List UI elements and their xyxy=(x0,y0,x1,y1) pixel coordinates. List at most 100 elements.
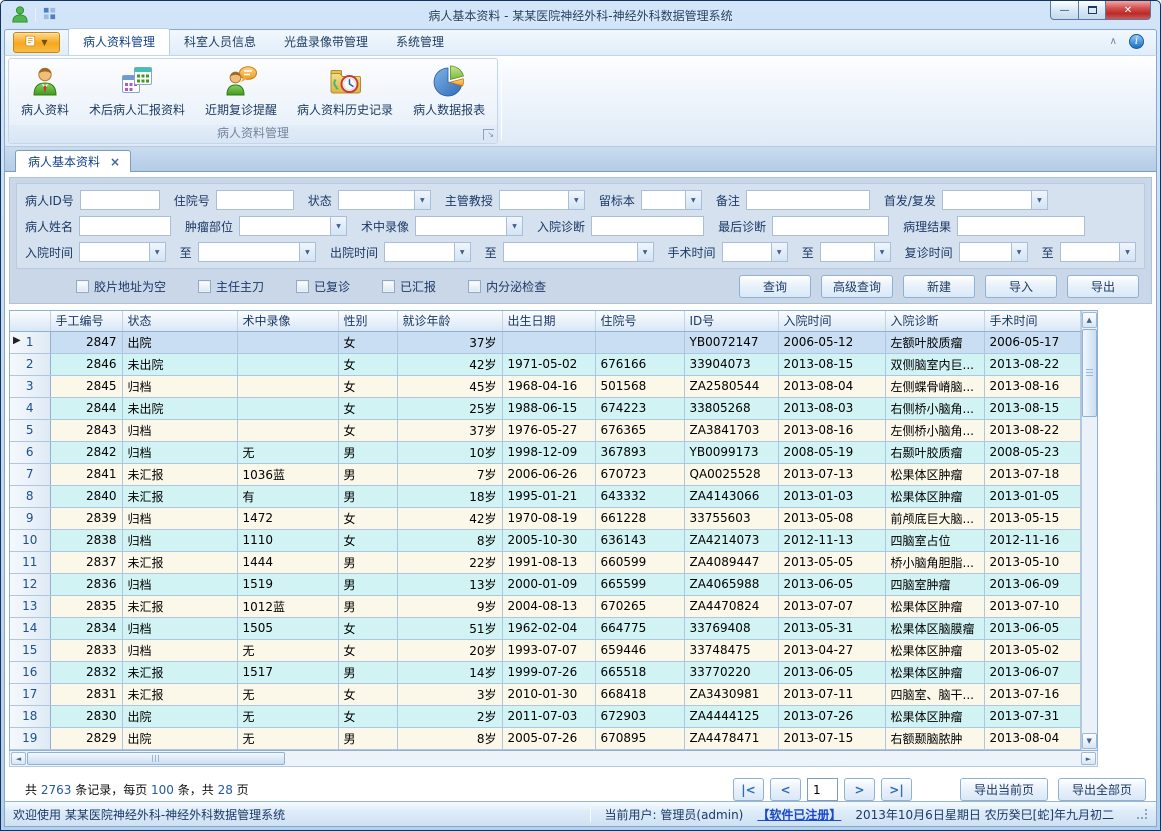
export-all-pages-button[interactable]: 导出全部页 xyxy=(1058,778,1146,801)
chevron-down-icon[interactable]: ▼ xyxy=(414,191,430,209)
ribbon-tab-dept-staff-info[interactable]: 科室人员信息 xyxy=(170,29,270,55)
table-row[interactable]: 162832未汇报1517男14岁1999-07-266655183377022… xyxy=(10,661,1080,683)
checkbox-revisited[interactable]: 已复诊 xyxy=(296,278,350,295)
vertical-scroll-thumb[interactable] xyxy=(1082,329,1097,417)
table-row[interactable]: 142834归档1505女51岁1962-02-0466477533769408… xyxy=(10,617,1080,639)
scroll-up-icon[interactable]: ▲ xyxy=(1082,312,1097,328)
ribbon-action-patient-history[interactable]: 病人资料历史记录 xyxy=(287,60,403,125)
registered-link[interactable]: 【软件已注册】 xyxy=(757,806,841,823)
table-row[interactable]: 152833归档无女20岁1993-07-0765944633748475201… xyxy=(10,639,1080,661)
table-row[interactable]: 52843归档女37岁1976-05-27676365ZA38417032013… xyxy=(10,419,1080,441)
chevron-down-icon[interactable]: ▼ xyxy=(149,243,165,261)
scroll-down-icon[interactable]: ▼ xyxy=(1082,733,1097,749)
checkbox-box-icon[interactable] xyxy=(382,280,395,293)
table-row[interactable]: 92839归档1472女42岁1970-08-19661228337556032… xyxy=(10,507,1080,529)
filter-combo-first-or-relapse[interactable]: ▼ xyxy=(942,190,1048,210)
ribbon-action-patient-data[interactable]: 病人资料 xyxy=(11,60,79,125)
scroll-left-icon[interactable]: ◄ xyxy=(11,752,26,765)
chevron-down-icon[interactable]: ▼ xyxy=(1119,243,1135,261)
column-header-surgery-date[interactable]: 手术时间 xyxy=(984,311,1080,331)
filter-input-patient-id[interactable] xyxy=(80,190,160,210)
filter-combo-specimen[interactable]: ▼ xyxy=(641,190,702,210)
ribbon-action-postop-report[interactable]: 术后病人汇报资料 xyxy=(79,60,195,125)
page-number-input[interactable]: 1 xyxy=(807,778,838,801)
chevron-down-icon[interactable]: ▼ xyxy=(637,243,653,261)
close-tab-icon[interactable]: × xyxy=(110,155,120,169)
minimize-button[interactable]: — xyxy=(1050,1,1079,20)
chevron-down-icon[interactable]: ▼ xyxy=(330,217,346,235)
chevron-down-icon[interactable]: ▼ xyxy=(299,243,315,261)
chevron-down-icon[interactable]: ▼ xyxy=(771,243,787,261)
filter-combo-status[interactable]: ▼ xyxy=(338,190,431,210)
chevron-down-icon[interactable]: ▼ xyxy=(1031,191,1047,209)
advanced-query-button[interactable]: 高级查询 xyxy=(821,275,893,298)
table-row[interactable]: 192829出院无男8岁2005-07-26670895ZA4478471201… xyxy=(10,727,1080,749)
dialog-launcher-icon[interactable]: ↘ xyxy=(483,129,494,140)
filter-combo-surgery-date-to[interactable]: ▼ xyxy=(820,242,891,262)
checkbox-box-icon[interactable] xyxy=(76,280,89,293)
checkbox-film-address-empty[interactable]: 胶片地址为空 xyxy=(76,278,166,295)
horizontal-scrollbar[interactable]: ◄ ► xyxy=(9,751,1098,767)
app-menu-button[interactable]: ▼ xyxy=(13,32,60,53)
chevron-down-icon[interactable]: ▼ xyxy=(874,243,890,261)
table-row[interactable]: 42844未出院女25岁1988-06-15674223338052682013… xyxy=(10,397,1080,419)
ribbon-tab-system-mgmt[interactable]: 系统管理 xyxy=(382,29,458,55)
export-current-page-button[interactable]: 导出当前页 xyxy=(960,778,1048,801)
table-row[interactable]: 132835未汇报1012蓝男9岁2004-08-13670265ZA44708… xyxy=(10,595,1080,617)
column-header-manual-no[interactable]: 手工编号 xyxy=(50,311,122,331)
filter-combo-surgery-date-from[interactable]: ▼ xyxy=(722,242,788,262)
chevron-down-icon[interactable]: ▼ xyxy=(1011,243,1027,261)
ribbon-action-revisit-reminder[interactable]: 近期复诊提醒 xyxy=(195,60,287,125)
chevron-down-icon[interactable]: ▼ xyxy=(568,191,584,209)
table-row[interactable]: 72841未汇报1036蓝男7岁2006-06-26670723QA002552… xyxy=(10,463,1080,485)
checkbox-endocrine-exam[interactable]: 内分泌检查 xyxy=(468,278,546,295)
prev-page-button[interactable]: < xyxy=(770,778,801,801)
resize-grip[interactable] xyxy=(1136,808,1148,820)
column-header-gender[interactable]: 性别 xyxy=(338,311,397,331)
chevron-down-icon[interactable]: ▼ xyxy=(685,191,701,209)
checkbox-reported[interactable]: 已汇报 xyxy=(382,278,436,295)
column-header-status[interactable]: 状态 xyxy=(122,311,237,331)
column-header-admission-no[interactable]: 住院号 xyxy=(595,311,684,331)
filter-combo-discharge-date-to[interactable]: ▼ xyxy=(503,242,654,262)
next-page-button[interactable]: > xyxy=(844,778,875,801)
new-button[interactable]: 新建 xyxy=(903,275,975,298)
close-button[interactable]: ✕ xyxy=(1106,1,1151,20)
filter-combo-discharge-date-from[interactable]: ▼ xyxy=(384,242,471,262)
table-row[interactable]: 82840未汇报有男18岁1995-01-21643332ZA414306620… xyxy=(10,485,1080,507)
filter-combo-surgery-video[interactable]: ▼ xyxy=(415,216,523,236)
filter-input-pathology-result[interactable] xyxy=(957,216,1085,236)
filter-input-final-diagnosis[interactable] xyxy=(772,216,889,236)
filter-combo-admit-date-to[interactable]: ▼ xyxy=(198,242,316,262)
ribbon-tab-patient-data-mgmt[interactable]: 病人资料管理 xyxy=(68,28,170,55)
info-icon[interactable]: i xyxy=(1129,34,1144,49)
table-row[interactable]: 182830出院无女2岁2011-07-03672903ZA4444125201… xyxy=(10,705,1080,727)
import-button[interactable]: 导入 xyxy=(985,275,1057,298)
filter-input-admission-no[interactable] xyxy=(216,190,294,210)
table-row[interactable]: 22846未出院女42岁1971-05-02676166339040732013… xyxy=(10,353,1080,375)
quick-access-layout-icon[interactable] xyxy=(42,6,57,24)
filter-combo-admit-date-from[interactable]: ▼ xyxy=(79,242,166,262)
column-header-birth-date[interactable]: 出生日期 xyxy=(502,311,595,331)
table-row[interactable]: 102838归档1110女8岁2005-10-30636143ZA4214073… xyxy=(10,529,1080,551)
ribbon-tab-disc-video-mgmt[interactable]: 光盘录像带管理 xyxy=(270,29,382,55)
horizontal-scroll-thumb[interactable] xyxy=(27,752,285,765)
filter-combo-chief-professor[interactable]: ▼ xyxy=(499,190,585,210)
table-row[interactable]: ▶12847出院女37岁YB00721472006-05-12左额叶胶质瘤200… xyxy=(10,331,1080,353)
filter-combo-revisit-date-to[interactable]: ▼ xyxy=(1060,242,1136,262)
ribbon-action-patient-report[interactable]: 病人数据报表 xyxy=(403,60,495,125)
chevron-down-icon[interactable]: ▼ xyxy=(506,217,522,235)
checkbox-box-icon[interactable] xyxy=(468,280,481,293)
filter-combo-revisit-date-from[interactable]: ▼ xyxy=(959,242,1028,262)
table-row[interactable]: 122836归档1519男13岁2000-01-09665599ZA406598… xyxy=(10,573,1080,595)
table-row[interactable]: 62842归档无男10岁1998-12-09367893YB0099173200… xyxy=(10,441,1080,463)
checkbox-director-surgeon[interactable]: 主任主刀 xyxy=(198,278,264,295)
tab-patient-basic-info[interactable]: 病人基本资料 × xyxy=(15,150,131,172)
column-header-id-no[interactable]: ID号 xyxy=(684,311,778,331)
checkbox-box-icon[interactable] xyxy=(198,280,211,293)
filter-input-admission-diagnosis[interactable] xyxy=(591,216,704,236)
column-header-admission-diagnosis[interactable]: 入院诊断 xyxy=(885,311,984,331)
column-header-surgery-video[interactable]: 术中录像 xyxy=(237,311,338,331)
vertical-scrollbar[interactable]: ▲ ▼ xyxy=(1081,311,1098,750)
chevron-down-icon[interactable]: ▼ xyxy=(454,243,470,261)
